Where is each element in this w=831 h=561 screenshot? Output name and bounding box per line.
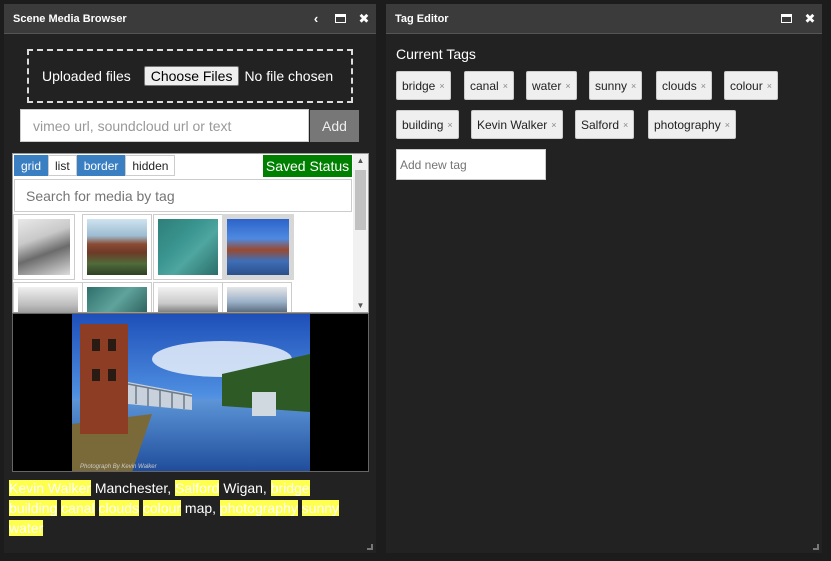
media-url-input[interactable]: [20, 109, 309, 142]
resize-grip-icon[interactable]: [813, 544, 819, 550]
preview-watermark: Photograph By Kevin Walker: [80, 464, 157, 470]
media-thumbnail[interactable]: [82, 282, 152, 312]
tab-grid[interactable]: grid: [14, 155, 49, 176]
remove-tag-icon[interactable]: ×: [631, 81, 636, 91]
media-tag[interactable]: building: [9, 500, 58, 516]
tag-chip: sunny ×: [589, 71, 643, 100]
media-tag[interactable]: clouds: [98, 500, 139, 516]
media-tag[interactable]: photography: [219, 500, 298, 516]
remove-tag-icon[interactable]: ×: [725, 120, 730, 130]
media-tag: Wigan,: [223, 480, 267, 496]
media-thumbnail[interactable]: [153, 214, 223, 280]
preview-image: Photograph By Kevin Walker: [72, 314, 310, 471]
scroll-thumb[interactable]: [355, 170, 366, 230]
remove-tag-icon[interactable]: ×: [767, 81, 772, 91]
maximize-icon[interactable]: [328, 4, 352, 34]
tag-chip-label: clouds: [662, 78, 697, 93]
close-icon[interactable]: ✖: [798, 4, 822, 34]
chevron-left-icon[interactable]: ‹: [304, 4, 328, 34]
uploaded-files-label: Uploaded files: [42, 68, 131, 84]
tag-chip: canal ×: [464, 71, 514, 100]
remove-tag-icon[interactable]: ×: [701, 81, 706, 91]
media-thumbnail[interactable]: [13, 282, 83, 312]
media-tag[interactable]: Kevin Walker: [9, 480, 91, 496]
tag-chip-label: Kevin Walker: [477, 117, 548, 132]
tag-chip-label: water: [532, 78, 562, 93]
media-thumbnail[interactable]: [13, 214, 75, 280]
add-button[interactable]: Add: [310, 110, 359, 142]
tag-chip: bridge ×: [396, 71, 451, 100]
media-tag[interactable]: sunny: [301, 500, 340, 516]
scene-media-browser-panel: Scene Media Browser ‹ ✖ Uploaded files C…: [4, 4, 376, 553]
media-browser-title: Scene Media Browser: [13, 12, 127, 25]
tab-border[interactable]: border: [76, 155, 126, 176]
tag-chip-label: canal: [470, 78, 499, 93]
tag-chip-label: building: [402, 117, 444, 132]
resize-grip-icon[interactable]: [367, 544, 373, 550]
tag-editor-header[interactable]: Tag Editor ✖: [386, 4, 822, 34]
scroll-down-arrow-icon[interactable]: ▼: [353, 299, 368, 312]
media-thumbnail[interactable]: [222, 282, 292, 312]
tag-chip-label: bridge: [402, 78, 436, 93]
choose-files-button[interactable]: Choose Files: [143, 66, 240, 86]
tag-chip-label: colour: [730, 78, 763, 93]
tag-chip-label: sunny: [595, 78, 628, 93]
media-tag: map,: [184, 500, 217, 516]
no-file-chosen-text: No file chosen: [244, 68, 334, 84]
media-tag-search-input[interactable]: [14, 179, 352, 212]
tag-chip: building ×: [396, 110, 459, 139]
media-tag[interactable]: canal: [61, 500, 95, 516]
media-thumbnail[interactable]: [153, 282, 223, 312]
media-tag-list: Kevin Walker Manchester, Salford Wigan, …: [9, 478, 359, 538]
media-tag[interactable]: water: [9, 520, 44, 536]
tag-chip: colour ×: [724, 71, 778, 100]
maximize-icon[interactable]: [774, 4, 798, 34]
upload-dropzone[interactable]: Uploaded files Choose Files No file chos…: [27, 49, 353, 103]
tag-chip-label: Salford: [581, 117, 620, 132]
tag-chip: Kevin Walker ×: [471, 110, 563, 139]
scroll-up-arrow-icon[interactable]: ▲: [353, 154, 368, 167]
remove-tag-icon[interactable]: ×: [447, 120, 452, 130]
remove-tag-icon[interactable]: ×: [439, 81, 444, 91]
tab-list[interactable]: list: [48, 155, 77, 176]
tab-hidden[interactable]: hidden: [125, 155, 176, 176]
close-icon[interactable]: ✖: [352, 4, 376, 34]
media-tag[interactable]: bridge: [270, 480, 310, 496]
media-grid: grid list border hidden Saved Status Sea…: [12, 153, 369, 313]
media-preview: Photograph By Kevin Walker: [12, 313, 369, 472]
new-tag-input[interactable]: [396, 149, 546, 180]
tag-chip: water ×: [526, 71, 577, 100]
saved-status-badge: Saved Status: [263, 155, 352, 177]
remove-tag-icon[interactable]: ×: [565, 81, 570, 91]
media-grid-scrollbar[interactable]: ▲ ▼: [353, 154, 368, 312]
remove-tag-icon[interactable]: ×: [623, 120, 628, 130]
media-tag: Manchester,: [94, 480, 172, 496]
media-thumbnail-selected[interactable]: [222, 214, 294, 280]
tag-editor-title: Tag Editor: [395, 12, 449, 25]
tag-chip-label: photography: [654, 117, 721, 132]
remove-tag-icon[interactable]: ×: [503, 81, 508, 91]
media-browser-header[interactable]: Scene Media Browser ‹ ✖: [4, 4, 376, 34]
media-thumbnail[interactable]: [82, 214, 152, 280]
tag-chip: clouds ×: [656, 71, 712, 100]
tag-chip: photography ×: [648, 110, 736, 139]
media-tag[interactable]: colour: [142, 500, 182, 516]
tag-editor-panel: Tag Editor ✖ Current Tags bridge × canal ×…: [386, 4, 822, 553]
media-tag[interactable]: Salford: [175, 480, 220, 496]
tag-chip: Salford ×: [575, 110, 635, 139]
current-tags-heading: Current Tags: [396, 46, 476, 62]
view-mode-tabs: grid list border hidden: [14, 155, 176, 176]
remove-tag-icon[interactable]: ×: [551, 120, 556, 130]
